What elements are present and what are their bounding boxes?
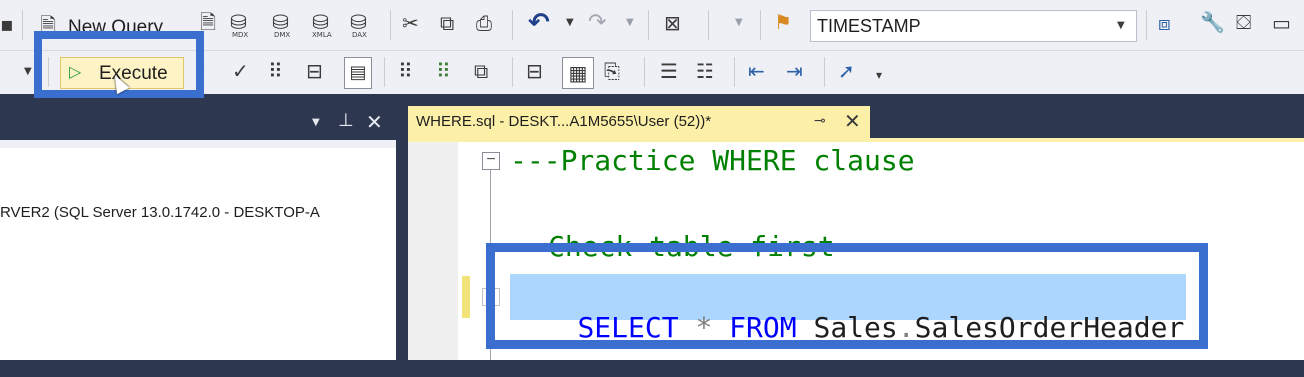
dmx-label: DMX	[274, 31, 291, 39]
toolbar-separator	[22, 10, 23, 40]
intellisense-icon[interactable]: ▤	[344, 57, 372, 89]
undo-icon[interactable]: ↶	[528, 10, 550, 36]
close-icon[interactable]: ✕	[366, 112, 383, 132]
db-engine-query-icon[interactable]: 🗎	[200, 12, 216, 32]
indent-icon[interactable]: ⇥	[786, 61, 803, 81]
toolbar-separator	[824, 57, 825, 87]
tab-close-icon[interactable]: ✕	[844, 111, 861, 131]
results-to-grid-icon[interactable]: ▦	[562, 57, 594, 89]
display-plan-icon[interactable]: ⠿	[268, 61, 283, 81]
tab-pin-icon[interactable]: ⊸	[814, 114, 826, 128]
database-dropdown-icon[interactable]: ▼	[24, 67, 32, 77]
specify-values-icon[interactable]: ➚	[838, 61, 855, 81]
results-to-text-icon[interactable]: ⊟	[526, 61, 543, 81]
dropdown-arrow-icon[interactable]: ▼	[735, 18, 743, 28]
query-options-icon[interactable]: ⊟	[306, 61, 323, 81]
code-line-1: ---Practice WHERE clause	[510, 144, 915, 177]
window-icon[interactable]: ▭	[1272, 13, 1291, 33]
toolbar-separator	[644, 57, 645, 87]
object-explorer-header: ▼ ⊥ ✕	[0, 106, 396, 140]
toolbar-separator	[734, 57, 735, 87]
dax-icon[interactable]: ⛁ DAX	[350, 12, 367, 39]
toolbar-separator	[708, 10, 709, 40]
client-stats-icon[interactable]: ⧉	[474, 61, 488, 81]
server-node[interactable]: RVER2 (SQL Server 13.0.1742.0 - DESKTOP-…	[0, 204, 320, 221]
mdx-label: MDX	[232, 31, 249, 39]
toolbar-separator	[384, 57, 385, 87]
query-highlight-box	[486, 243, 1208, 349]
pin-icon[interactable]: ⊥	[338, 112, 354, 130]
undo-dropdown-icon[interactable]: ▼	[566, 18, 574, 28]
change-indicator	[462, 276, 470, 318]
include-plan-icon[interactable]: ⠿	[398, 61, 413, 81]
xmla-icon[interactable]: ⛁ XMLA	[312, 12, 332, 39]
outdent-icon[interactable]: ⇤	[748, 61, 765, 81]
properties-icon[interactable]: ⧈	[1158, 13, 1171, 33]
db-icon[interactable]: ▪	[0, 14, 14, 34]
toolbar-separator	[512, 10, 513, 40]
copy-icon[interactable]: ⧉	[440, 13, 454, 33]
collapse-toggle-icon[interactable]: −	[482, 152, 500, 170]
solution-icon[interactable]: ⊠	[664, 13, 681, 33]
dmx-icon[interactable]: ⛁ DMX	[272, 12, 290, 39]
live-stats-icon[interactable]: ⠿	[436, 61, 451, 81]
comment-icon[interactable]: ☰	[660, 61, 678, 81]
overflow-icon[interactable]: ▾	[876, 69, 882, 81]
redo-icon[interactable]: ↷	[588, 12, 606, 34]
object-explorer-body: RVER2 (SQL Server 13.0.1742.0 - DESKTOP-…	[0, 140, 396, 360]
pane-dropdown-icon[interactable]: ▼	[312, 118, 320, 128]
toolbox-icon[interactable]: ⛋	[1236, 12, 1251, 32]
redo-dropdown-icon[interactable]: ▼	[626, 18, 634, 28]
toolbar-separator	[390, 10, 391, 40]
dax-label: DAX	[352, 31, 367, 39]
toolbar-separator	[1146, 10, 1147, 40]
find-icon[interactable]: ⚑	[774, 12, 792, 32]
toolbar-separator	[760, 10, 761, 40]
wrench-icon[interactable]: 🔧	[1200, 12, 1225, 32]
uncomment-icon[interactable]: ☷	[696, 61, 714, 81]
xmla-label: XMLA	[312, 31, 332, 39]
selection-margin	[408, 142, 458, 360]
search-combo-value: TIMESTAMP	[817, 16, 921, 36]
parse-icon[interactable]: ✓	[232, 61, 249, 81]
editor-tab[interactable]: WHERE.sql - DESKT...A1M5655\User (52))* …	[408, 106, 870, 138]
toolbar-separator	[512, 57, 513, 87]
results-to-file-icon[interactable]: ⎘	[604, 61, 620, 81]
search-combo[interactable]: TIMESTAMP ▼	[810, 10, 1137, 42]
cut-icon[interactable]: ✂	[402, 13, 419, 33]
mdx-icon[interactable]: ⛁ MDX	[230, 12, 248, 39]
editor-tab-title: WHERE.sql - DESKT...A1M5655\User (52))*	[416, 113, 712, 130]
toolbar-separator	[648, 10, 649, 40]
paste-icon[interactable]: ⎙	[476, 13, 492, 33]
chevron-down-icon: ▼	[1117, 20, 1125, 31]
